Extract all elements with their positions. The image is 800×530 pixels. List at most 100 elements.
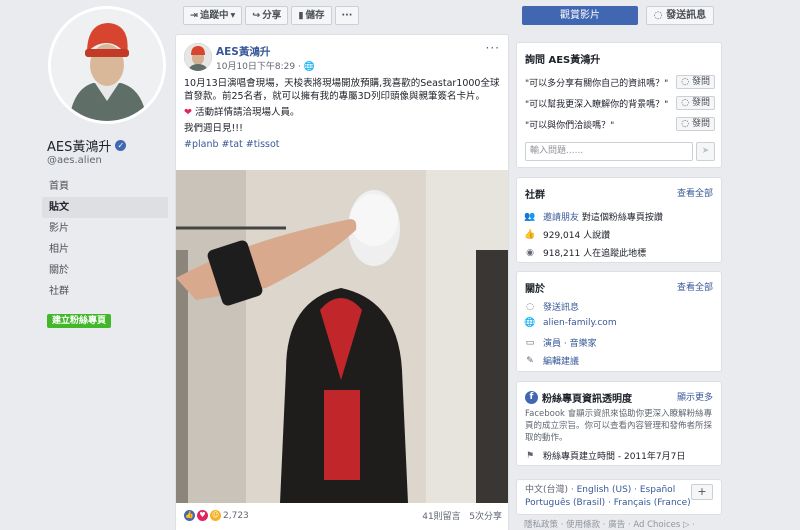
post-author-avatar[interactable]: [184, 43, 212, 71]
nav-item-about[interactable]: 關於: [42, 260, 168, 281]
post-line: 活動詳情請洽現場人員。: [195, 107, 300, 118]
page-name[interactable]: AES黃鴻升 ✓: [47, 136, 127, 155]
language-list: 中文(台灣) · English (US) · Español Portuguê…: [516, 479, 722, 515]
website-link[interactable]: alien-family.com: [543, 318, 617, 328]
about-see-all-link[interactable]: 查看全部: [677, 280, 713, 293]
tag-icon: ▭: [525, 337, 535, 348]
follows-count: 918,211 人在追蹤此地標: [543, 249, 647, 259]
footer-links[interactable]: 隱私政策 · 使用條款 · 廣告 · Ad Choices ▷ ·: [524, 518, 695, 530]
lang-spanish[interactable]: Español: [640, 485, 675, 495]
community-card: 社群 查看全部 👥 邀請朋友 對這個粉絲專頁按讚 👍 929,014 人說讚 ◉…: [516, 177, 722, 263]
transparency-description: Facebook 會顯示資訊來協助你更深入瞭解粉絲專頁的成立宗旨。你可以查看內容…: [525, 409, 713, 443]
nav-item-community[interactable]: 社群: [42, 281, 168, 302]
suggest-edits-link[interactable]: 編輯建議: [543, 354, 579, 367]
comments-count[interactable]: 41則留言: [422, 512, 460, 522]
invite-suffix: 對這個粉絲專頁按讚: [581, 213, 663, 223]
heart-icon: ❤: [184, 107, 192, 118]
post-stats: 41則留言 5次分享: [422, 509, 502, 522]
flag-icon: ⚑: [525, 450, 535, 461]
invite-friends-icon: 👥: [524, 211, 536, 222]
ask-question-button[interactable]: ◌ 發問: [676, 96, 715, 110]
nav-item-home[interactable]: 首頁: [42, 176, 168, 197]
messenger-icon: ◌: [681, 119, 692, 129]
about-edit-row: ✎ 編輯建議: [525, 354, 715, 368]
post-photo-image: [176, 170, 508, 503]
language-selector: 中文(台灣) · English (US) · Español Portuguê…: [516, 479, 722, 515]
reactions-summary[interactable]: 👍 ♥ ☺ 2,723: [184, 509, 249, 522]
page-toolbar: ⇥ 追蹤中 ▾ ↪ 分享 ▮ 儲存 ···: [183, 6, 360, 25]
nav-item-videos[interactable]: 影片: [42, 218, 168, 239]
post-card: AES黃鴻升 10月10日下午8:29 · 🌐 ··· 10月13日演唱會現場，…: [175, 34, 509, 530]
following-label: 追蹤中: [199, 10, 229, 21]
watch-video-button[interactable]: 觀賞影片: [522, 6, 638, 25]
post-author-name[interactable]: AES黃鴻升: [216, 44, 270, 59]
lang-french[interactable]: Français (France): [614, 498, 691, 508]
follow-icon: ◉: [526, 247, 534, 258]
post-paragraph: 10月13日演唱會現場，天梭表將現場開放預購,我喜歡的Seastar1000全球…: [184, 78, 500, 102]
ask-question-row: "可以多分享有關你自己的資訊嗎？" ◌ 發問: [525, 75, 715, 89]
username: @aes.alien: [47, 155, 102, 166]
rss-icon: ⇥: [190, 10, 198, 21]
about-category-row: ▭ 演員 · 音樂家: [525, 336, 715, 350]
about-website-row: 🌐 alien-family.com: [524, 318, 715, 328]
add-language-button[interactable]: +: [691, 484, 713, 500]
like-reaction-icon: 👍: [184, 510, 195, 521]
transparency-created-row: ⚑ 粉絲專頁建立時間 - 2011年7月7日: [525, 449, 715, 463]
left-column: AES黃鴻升 ✓ @aes.alien 首頁 貼文 影片 相片 關於 社群 建立…: [0, 0, 175, 530]
post-time-text: 10月10日下午8:29 ·: [216, 62, 304, 72]
ask-question-row: "可以與你們洽談嗎？" ◌ 發問: [525, 117, 715, 131]
community-see-all-link[interactable]: 查看全部: [677, 186, 713, 199]
post-footer: 👍 ♥ ☺ 2,723 41則留言 5次分享: [184, 509, 502, 522]
profile-photo: [51, 9, 163, 121]
post-hashtags[interactable]: #planb #tat #tissot: [184, 138, 502, 151]
send-message-label: 發送訊息: [666, 10, 707, 21]
page-name-text: AES黃鴻升: [47, 140, 112, 155]
facebook-icon: f: [525, 391, 538, 404]
ask-question-button[interactable]: ◌ 發問: [676, 117, 715, 131]
nav-item-posts[interactable]: 貼文: [42, 197, 168, 218]
send-arrow-icon[interactable]: ➤: [696, 142, 715, 161]
ask-question-button-label: 發問: [691, 77, 710, 87]
ask-question-button[interactable]: ◌ 發問: [676, 75, 715, 89]
ask-card: 詢問 AES黃鴻升 "可以多分享有關你自己的資訊嗎？" ◌ 發問 "可以幫我更深…: [516, 42, 722, 168]
nav-item-photos[interactable]: 相片: [42, 239, 168, 260]
post-paragraph: ❤ 活動詳情請洽現場人員。: [184, 106, 502, 119]
share-button[interactable]: ↪ 分享: [245, 6, 289, 25]
create-page-button[interactable]: 建立粉絲專頁: [47, 314, 112, 328]
page-nav: 首頁 貼文 影片 相片 關於 社群: [42, 176, 168, 302]
current-language: 中文(台灣) ·: [525, 485, 577, 495]
messenger-icon: ◌: [526, 301, 534, 312]
profile-avatar[interactable]: [48, 6, 166, 124]
community-likes-row: 👍 929,014 人說讚: [524, 228, 715, 242]
caret-down-icon: ▾: [230, 10, 236, 21]
about-send-message-link[interactable]: 發送訊息: [543, 300, 579, 313]
community-invite-row: 👥 邀請朋友 對這個粉絲專頁按讚: [524, 210, 715, 224]
ask-question-button-label: 發問: [691, 98, 710, 108]
lang-portuguese[interactable]: Português (Brasil) ·: [525, 498, 614, 508]
transparency-see-more-link[interactable]: 顯示更多: [677, 390, 713, 403]
following-button[interactable]: ⇥ 追蹤中 ▾: [183, 6, 243, 25]
transparency-card: f 粉絲專頁資訊透明度 顯示更多 Facebook 會顯示資訊來協助你更深入瞭解…: [516, 381, 722, 466]
save-button[interactable]: ▮ 儲存: [291, 6, 332, 25]
send-message-button[interactable]: ◌ 發送訊息: [646, 6, 714, 25]
post-more-button[interactable]: ···: [486, 41, 500, 55]
invite-friends-link[interactable]: 邀請朋友: [543, 213, 579, 223]
category-link[interactable]: 演員 · 音樂家: [543, 336, 597, 349]
shares-count[interactable]: 5次分享: [469, 512, 502, 522]
globe-icon: 🌐: [524, 318, 536, 328]
more-options-button[interactable]: ···: [334, 6, 360, 25]
ask-card-title: 詢問 AES黃鴻升: [525, 55, 601, 66]
post-author-photo: [184, 43, 212, 71]
post-paragraph: 我們週日見!!!: [184, 123, 243, 134]
invite-text: 邀請朋友 對這個粉絲專頁按讚: [543, 210, 663, 223]
ask-question-input[interactable]: 輸入問題......: [525, 142, 693, 161]
lang-english[interactable]: English (US) ·: [577, 485, 640, 495]
ask-question-text: "可以幫我更深入瞭解你的背景嗎？": [525, 99, 669, 110]
community-follows-row: ◉ 918,211 人在追蹤此地標: [525, 246, 715, 260]
community-title: 社群: [525, 190, 545, 201]
post-body: 10月13日演唱會現場，天梭表將現場開放預購,我喜歡的Seastar1000全球…: [184, 77, 502, 154]
post-timestamp[interactable]: 10月10日下午8:29 · 🌐: [216, 59, 315, 72]
post-photo[interactable]: [176, 170, 508, 503]
globe-icon: 🌐: [303, 62, 315, 72]
about-title: 關於: [525, 284, 545, 295]
